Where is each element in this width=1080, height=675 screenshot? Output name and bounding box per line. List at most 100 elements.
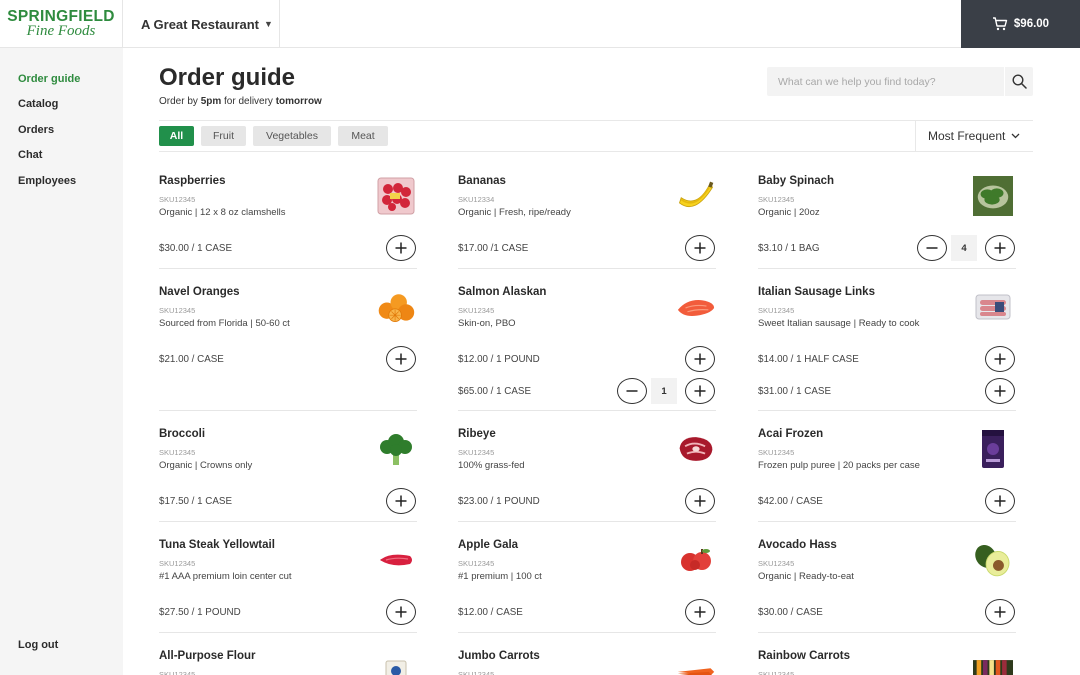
- plus-icon: [994, 495, 1006, 507]
- add-button[interactable]: [685, 235, 715, 261]
- delivery-cutoff: Order by 5pm for delivery tomorrow: [159, 96, 322, 107]
- product-price: $3.10 / 1 BAG: [758, 243, 820, 254]
- logout-link[interactable]: Log out: [18, 639, 58, 651]
- product-sku: SKU12345: [758, 195, 795, 204]
- add-button[interactable]: [985, 346, 1015, 372]
- search-icon: [1011, 74, 1027, 89]
- chevron-down-icon: [1011, 133, 1020, 139]
- add-button[interactable]: [985, 235, 1015, 261]
- product-name: Rainbow Carrots: [758, 650, 851, 662]
- spinach-image: [973, 176, 1013, 216]
- caret-down-icon: ▼: [264, 19, 273, 29]
- card-divider: [758, 410, 1016, 411]
- card-divider: [159, 410, 417, 411]
- sort-dropdown[interactable]: Most Frequent: [928, 129, 1020, 143]
- card-divider: [159, 632, 417, 633]
- top-bar: SPRINGFIELD Fine Foods A Great Restauran…: [0, 0, 1080, 48]
- ribeye-image: [676, 429, 716, 469]
- product-name: Baby Spinach: [758, 175, 835, 187]
- quantity-value: 1: [651, 378, 677, 404]
- product-description: Organic | Crowns only: [159, 460, 253, 471]
- product-sku: SKU12345: [458, 559, 495, 568]
- product-name: Avocado Hass: [758, 539, 837, 551]
- plus-icon: [694, 353, 706, 365]
- card-divider: [159, 521, 417, 522]
- cutoff-time: 5pm: [200, 96, 222, 107]
- product-price: $23.00 / 1 POUND: [458, 496, 540, 507]
- minus-icon: [626, 390, 638, 392]
- bananas-image: [676, 176, 716, 216]
- product-sku: SKU12345: [758, 448, 795, 457]
- product-sku: SKU12345: [458, 306, 495, 315]
- divider: [159, 120, 1033, 121]
- add-button[interactable]: [386, 488, 416, 514]
- add-button[interactable]: [685, 488, 715, 514]
- card-divider: [758, 632, 1016, 633]
- add-button[interactable]: [985, 378, 1015, 404]
- product-description: Sourced from Florida | 50-60 ct: [159, 318, 290, 329]
- plus-icon: [994, 385, 1006, 397]
- oranges-image: [376, 287, 416, 327]
- sidebar-item-catalog[interactable]: Catalog: [18, 98, 58, 110]
- plus-icon: [395, 495, 407, 507]
- product-name: Ribeye: [458, 428, 496, 440]
- apple-image: [676, 540, 716, 580]
- add-button[interactable]: [985, 488, 1015, 514]
- product-price: $12.00 / 1 POUND: [458, 354, 540, 365]
- add-button[interactable]: [985, 599, 1015, 625]
- sidebar-item-orders[interactable]: Orders: [18, 124, 54, 136]
- restaurant-selector[interactable]: A Great Restaurant ▼: [123, 0, 280, 48]
- product-sku: SKU12334: [458, 195, 495, 204]
- plus-icon: [395, 353, 407, 365]
- decrement-button[interactable]: [917, 235, 947, 261]
- filter-meat[interactable]: Meat: [338, 126, 388, 146]
- product-sku: SKU12345: [159, 306, 196, 315]
- minus-icon: [926, 247, 938, 249]
- product-price: $14.00 / 1 HALF CASE: [758, 354, 859, 365]
- plus-icon: [694, 606, 706, 618]
- search-bar: [767, 67, 1033, 96]
- product-sku: SKU12345: [458, 670, 495, 675]
- search-button[interactable]: [1004, 67, 1033, 96]
- add-button[interactable]: [685, 378, 715, 404]
- product-sku: SKU12345: [758, 670, 795, 675]
- add-button[interactable]: [386, 346, 416, 372]
- product-name: Salmon Alaskan: [458, 286, 547, 298]
- restaurant-name: A Great Restaurant: [141, 16, 259, 32]
- product-description: Organic | 20oz: [758, 207, 820, 218]
- product-description: #1 AAA premium loin center cut: [159, 571, 292, 582]
- sidebar-item-employees[interactable]: Employees: [18, 175, 76, 187]
- product-name: Apple Gala: [458, 539, 519, 551]
- add-button[interactable]: [685, 346, 715, 372]
- add-button[interactable]: [386, 235, 416, 261]
- filter-vegetables[interactable]: Vegetables: [253, 126, 331, 146]
- cart-total: $96.00: [1013, 18, 1050, 30]
- decrement-button[interactable]: [617, 378, 647, 404]
- product-name: Navel Oranges: [159, 286, 240, 298]
- product-description: Frozen pulp puree | 20 packs per case: [758, 460, 920, 471]
- product-description: Organic | 12 x 8 oz clamshells: [159, 207, 286, 218]
- filter-all[interactable]: All: [159, 126, 194, 146]
- product-sku: SKU12345: [758, 306, 795, 315]
- card-divider: [458, 521, 716, 522]
- sidebar-item-order-guide[interactable]: Order guide: [18, 73, 80, 85]
- product-price: $65.00 / 1 CASE: [458, 386, 531, 397]
- product-name: Italian Sausage Links: [758, 286, 875, 298]
- plus-icon: [694, 385, 706, 397]
- plus-icon: [694, 242, 706, 254]
- product-price: $17.00 /1 CASE: [458, 243, 529, 254]
- product-name: Raspberries: [159, 175, 226, 187]
- search-input[interactable]: [767, 67, 1003, 96]
- product-price: $31.00 / 1 CASE: [758, 386, 831, 397]
- add-button[interactable]: [386, 599, 416, 625]
- product-sku: SKU12345: [159, 559, 196, 568]
- brand-logo[interactable]: SPRINGFIELD Fine Foods: [0, 0, 123, 48]
- sidebar-item-chat[interactable]: Chat: [18, 149, 42, 161]
- product-description: Organic | Fresh, ripe/ready: [458, 207, 571, 218]
- product-price: $17.50 / 1 CASE: [159, 496, 232, 507]
- add-button[interactable]: [685, 599, 715, 625]
- cart-button[interactable]: $96.00: [961, 0, 1080, 48]
- flour-image: [376, 651, 416, 675]
- brand-tagline: Fine Foods: [26, 23, 96, 39]
- filter-fruit[interactable]: Fruit: [201, 126, 246, 146]
